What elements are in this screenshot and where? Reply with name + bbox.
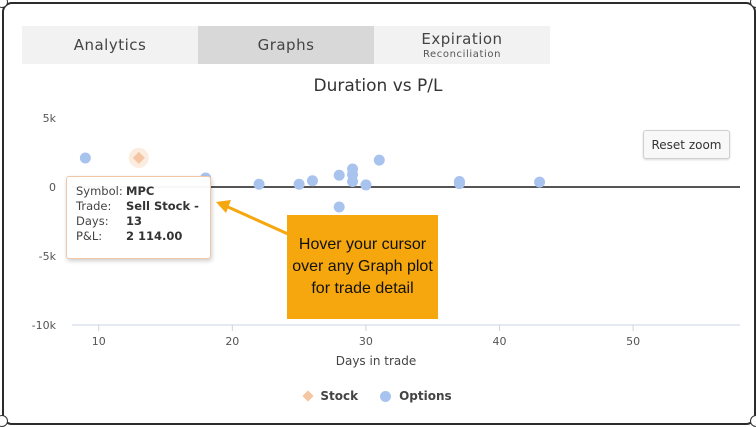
x-tick-label: 10: [92, 335, 106, 348]
options-point[interactable]: [293, 178, 305, 190]
x-tick-label: 40: [493, 335, 507, 348]
point-tooltip: Symbol: MPC Trade: Sell Stock - Days: 13…: [66, 176, 211, 259]
circle-icon: [380, 390, 392, 402]
legend-item-options[interactable]: Options: [380, 389, 452, 403]
options-point[interactable]: [347, 175, 359, 187]
y-tick-label: -10k: [32, 319, 57, 332]
x-tick-label: 30: [359, 335, 373, 348]
tooltip-row-symbol: Symbol: MPC: [76, 184, 210, 199]
options-point[interactable]: [453, 178, 465, 190]
options-point[interactable]: [373, 154, 385, 166]
callout-arrow: [227, 205, 289, 236]
tooltip-row-days: Days: 13: [76, 214, 210, 229]
options-point[interactable]: [253, 178, 265, 190]
y-tick-label: 5k: [43, 112, 57, 125]
options-point[interactable]: [333, 201, 345, 213]
legend-label: Stock: [320, 389, 359, 403]
options-point[interactable]: [79, 152, 91, 164]
legend-item-stock[interactable]: Stock: [302, 389, 359, 403]
tooltip-value: Sell Stock -: [126, 199, 199, 213]
tooltip-key: Days:: [76, 214, 109, 228]
x-tick-label: 50: [626, 335, 640, 348]
tooltip-value: MPC: [126, 184, 155, 198]
chart-legend: Stock Options: [0, 389, 756, 403]
diamond-icon: [302, 390, 315, 402]
x-tick-label: 20: [225, 335, 239, 348]
y-tick-label: -5k: [39, 250, 57, 263]
options-point[interactable]: [306, 175, 318, 187]
tooltip-value: 13: [126, 214, 143, 228]
tooltip-row-pl: P&L: 2 114.00: [76, 229, 210, 244]
tooltip-row-trade: Trade: Sell Stock -: [76, 199, 210, 214]
reset-zoom-button[interactable]: Reset zoom: [643, 130, 730, 159]
legend-label: Options: [399, 389, 452, 403]
options-point[interactable]: [360, 179, 372, 191]
y-tick-label: 0: [49, 181, 56, 194]
tooltip-key: P&L:: [76, 229, 103, 243]
options-point[interactable]: [333, 169, 345, 181]
annotation-callout: Hover your cursor over any Graph plot fo…: [287, 215, 438, 319]
tooltip-key: Symbol:: [76, 184, 123, 198]
tooltip-value: 2 114.00: [126, 229, 183, 243]
tooltip-key: Trade:: [76, 199, 112, 213]
options-point[interactable]: [534, 176, 546, 188]
x-axis-label: Days in trade: [336, 354, 417, 368]
